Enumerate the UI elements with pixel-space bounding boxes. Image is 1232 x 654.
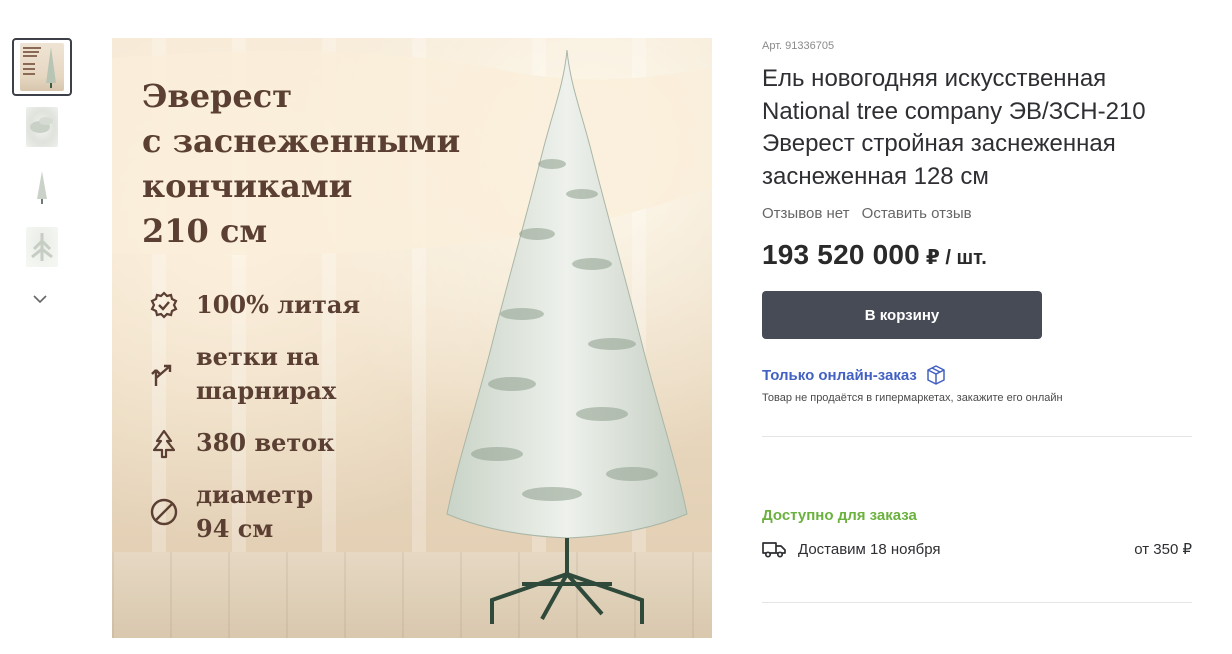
thumbnail-2[interactable] bbox=[12, 98, 72, 156]
thumbnail-image-3 bbox=[26, 167, 58, 207]
feature-hinges: ветки на шарнирах bbox=[148, 340, 336, 408]
delivery-row: Доставим 18 ноября от 350 ₽ bbox=[762, 540, 1192, 558]
package-icon bbox=[927, 365, 945, 385]
product-title: Ель новогодняя искусственная National tr… bbox=[762, 65, 1146, 190]
thumbnail-image-2 bbox=[26, 107, 58, 147]
feature-text: диаметр 94 см bbox=[196, 480, 314, 543]
add-to-cart-button[interactable]: В корзину bbox=[762, 291, 1042, 339]
tree-icon bbox=[152, 429, 176, 459]
leave-review-link[interactable]: Оставить отзыв bbox=[862, 205, 972, 222]
truck-icon bbox=[762, 542, 786, 558]
thumbnail-image-4 bbox=[26, 227, 58, 267]
divider bbox=[762, 436, 1192, 437]
feature-text: 380 веток bbox=[196, 428, 335, 457]
price-unit: ₽ / шт. bbox=[925, 247, 987, 269]
online-only-note: Товар не продаётся в гипермаркетах, зака… bbox=[762, 392, 1063, 404]
christmas-tree-image bbox=[446, 49, 688, 624]
availability-status: Доступно для заказа bbox=[762, 507, 917, 524]
feature-diameter: диаметр 94 см bbox=[148, 478, 313, 546]
feature-text: ветки на шарнирах bbox=[196, 342, 337, 405]
diameter-icon bbox=[150, 498, 178, 526]
delivery-date: Доставим 18 ноября bbox=[798, 540, 941, 558]
product-main-image[interactable]: Эверест с заснеженными кончиками 210 см … bbox=[112, 38, 712, 638]
hinge-arrow-icon bbox=[151, 364, 172, 386]
hero-title: Эверест с заснеженными кончиками 210 см bbox=[142, 77, 461, 250]
price-value: 193 520 000 bbox=[762, 239, 920, 270]
online-only-link[interactable]: Только онлайн-заказ bbox=[762, 367, 917, 384]
thumbnail-image-1 bbox=[20, 43, 64, 91]
online-only-row: Только онлайн-заказ bbox=[762, 364, 947, 386]
divider bbox=[762, 602, 1192, 603]
price-block: 193 520 000 ₽ / шт. bbox=[762, 239, 987, 271]
reviews-row: Отзывов нет Оставить отзыв bbox=[762, 205, 972, 222]
chevron-down-icon[interactable] bbox=[32, 293, 48, 305]
feature-branches: 380 веток bbox=[148, 426, 335, 460]
delivery-price: от 350 ₽ bbox=[1134, 541, 1192, 558]
thumbnail-1[interactable] bbox=[12, 38, 72, 96]
reviews-count: Отзывов нет bbox=[762, 205, 850, 222]
thumbnail-4[interactable] bbox=[12, 218, 72, 276]
feature-text: 100% литая bbox=[196, 290, 361, 319]
article-number: Арт. 91336705 bbox=[762, 40, 835, 52]
feature-cast: 100% литая bbox=[148, 288, 360, 322]
badge-check-icon bbox=[150, 291, 178, 319]
thumbnail-3[interactable] bbox=[12, 158, 72, 216]
